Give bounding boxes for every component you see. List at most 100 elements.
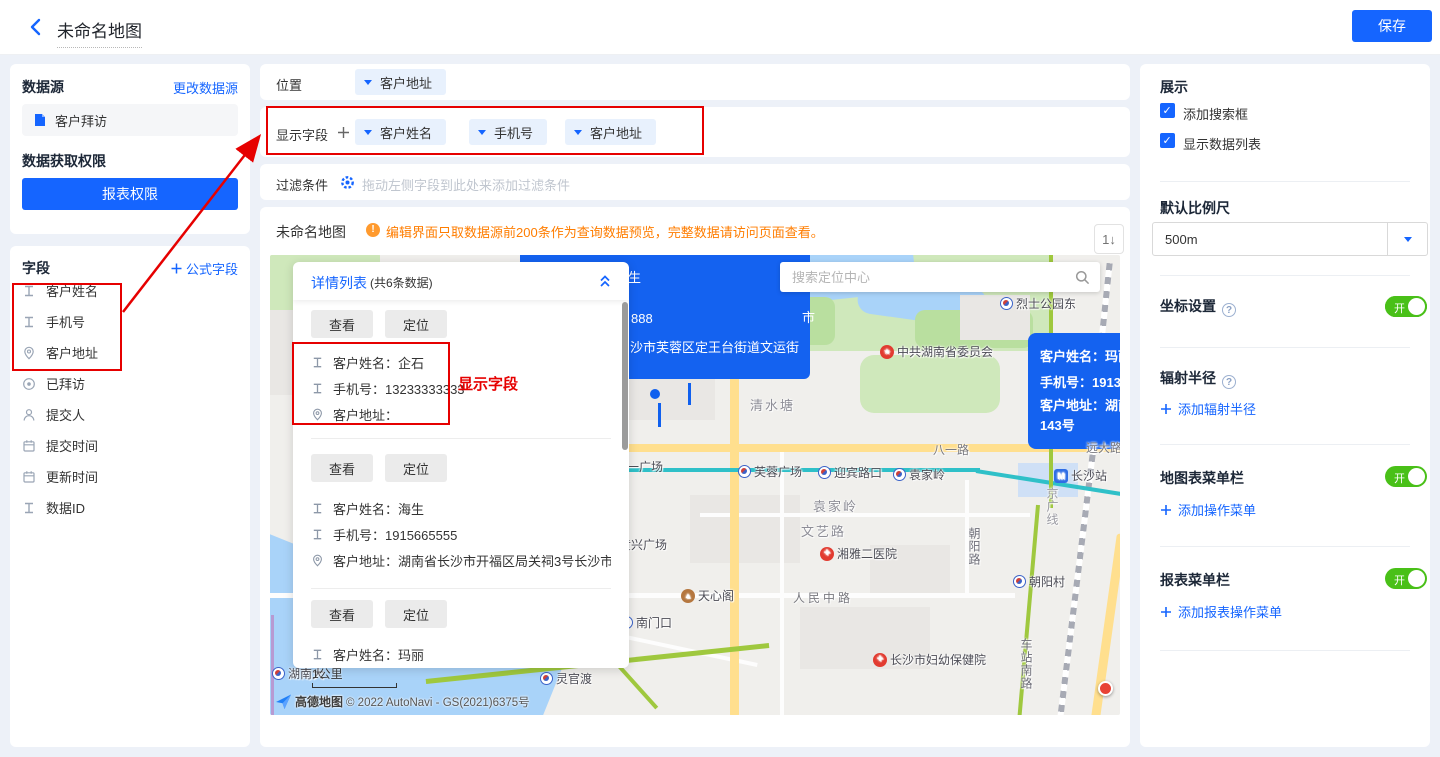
field-item-customer-name[interactable]: 客户姓名 — [22, 281, 98, 300]
chevron-down-icon — [364, 130, 372, 135]
field-item-visited[interactable]: 已拜访 — [22, 374, 85, 393]
map-attribution: © 2022 AutoNavi - GS(2021)6375号 — [346, 694, 530, 710]
search-icon[interactable] — [1075, 270, 1090, 285]
scale-bar: 1公里 — [312, 665, 397, 688]
gear-icon[interactable] — [340, 175, 355, 190]
person-icon — [22, 408, 36, 422]
metro-icon — [818, 466, 831, 479]
scrollbar-thumb[interactable] — [622, 302, 628, 450]
locate-button[interactable]: 定位 — [385, 454, 447, 482]
add-searchbox-checkbox[interactable] — [1160, 103, 1175, 118]
topbar: 未命名地图 保存 — [0, 0, 1440, 55]
location-row: 位置 客户地址 — [260, 64, 1130, 100]
default-scale-title: 默认比例尺 — [1160, 198, 1230, 218]
datasource-item[interactable]: 客户拜访 — [22, 104, 238, 136]
view-button[interactable]: 查看 — [311, 600, 373, 628]
search-box — [780, 262, 1100, 292]
railway-station-icon — [1054, 469, 1068, 483]
save-button[interactable]: 保存 — [1352, 10, 1432, 42]
location-field-tag[interactable]: 客户地址 — [355, 69, 446, 95]
show-datalist-checkbox[interactable] — [1160, 133, 1175, 148]
view-button[interactable]: 查看 — [311, 310, 373, 338]
hospital-pin-icon — [873, 653, 887, 667]
text-field-icon — [22, 315, 36, 329]
add-formula-field-link[interactable]: 公式字段 — [171, 259, 238, 278]
filter-dropzone[interactable]: 拖动左侧字段到此处来添加过滤条件 — [362, 175, 570, 194]
map-menu-toggle[interactable]: 开 — [1385, 466, 1427, 487]
add-menu-link[interactable]: 添加操作菜单 — [1160, 500, 1256, 519]
chevron-down-icon — [478, 130, 486, 135]
road-vertical — [730, 335, 739, 715]
warning-icon: ! — [366, 223, 380, 237]
field-item-data-id[interactable]: 数据ID — [22, 498, 85, 517]
plus-icon — [1160, 606, 1172, 618]
datasource-panel: 数据源 更改数据源 客户拜访 数据获取权限 报表权限 — [10, 64, 250, 234]
help-icon[interactable] — [1222, 375, 1236, 389]
sort-button[interactable]: 1↓ — [1094, 224, 1124, 254]
marker-stem — [658, 403, 661, 427]
display-field-tag[interactable]: 客户姓名 — [355, 119, 446, 145]
add-radius-link[interactable]: 添加辐射半径 — [1160, 399, 1256, 418]
calendar-icon — [22, 439, 36, 453]
fields-title: 字段 — [22, 258, 50, 278]
metro-icon — [1000, 297, 1013, 310]
field-item-submitter[interactable]: 提交人 — [22, 405, 85, 424]
detail-list-title: 详情列表 — [311, 273, 367, 293]
display-field-tag[interactable]: 客户地址 — [565, 119, 656, 145]
field-item-phone[interactable]: 手机号 — [22, 312, 85, 331]
metro-icon — [1013, 575, 1026, 588]
coord-setting-toggle[interactable]: 开 — [1385, 296, 1427, 317]
amap-logo: 高德地图 © 2022 AutoNavi - GS(2021)6375号 — [275, 693, 530, 710]
map-report-card: 未命名地图 ! 编辑界面只取数据源前200条作为查询数据预览，完整数据请访问页面… — [260, 207, 1130, 747]
add-display-field-icon[interactable] — [337, 126, 350, 139]
map-report-title: 未命名地图 — [276, 222, 346, 242]
page-title[interactable]: 未命名地图 — [57, 17, 142, 48]
field-item-submit-time[interactable]: 提交时间 — [22, 436, 98, 455]
display-field-tag[interactable]: 手机号 — [469, 119, 547, 145]
field-item-address[interactable]: 客户地址 — [22, 343, 98, 362]
text-field-icon — [311, 528, 324, 541]
view-button[interactable]: 查看 — [311, 454, 373, 482]
add-report-menu-link[interactable]: 添加报表操作菜单 — [1160, 602, 1282, 621]
detail-list-panel: 详情列表 (共6条数据) 查看 定位 客户姓名：企石 手机号：132333333… — [293, 262, 629, 668]
metro-icon — [738, 465, 751, 478]
plus-icon — [171, 263, 182, 274]
map-canvas[interactable]: 烈士公园东 中共湖南省委员会 清水塘 八一路 远大路 五一广场 芙蓉广场 迎宾路… — [270, 255, 1120, 715]
marker-stem — [688, 383, 691, 405]
metro-icon — [893, 468, 906, 481]
report-menu-title: 报表菜单栏 — [1160, 570, 1230, 590]
datasource-title: 数据源 — [22, 77, 64, 97]
radio-icon — [22, 377, 36, 391]
scale-select[interactable]: 500m — [1152, 222, 1428, 256]
text-field-icon — [311, 648, 324, 661]
location-label: 位置 — [276, 75, 302, 94]
warning-text: 编辑界面只取数据源前200条作为查询数据预览，完整数据请访问页面查看。 — [386, 222, 824, 241]
map-tooltip: 客户姓名：玛丽 手机号：19133 客户地址：湖南 143号 — [1028, 333, 1120, 449]
report-permission-button[interactable]: 报表权限 — [22, 178, 238, 210]
chevron-down-icon — [364, 80, 372, 85]
plus-icon — [1160, 403, 1172, 415]
text-field-icon — [311, 502, 324, 515]
report-menu-toggle[interactable]: 开 — [1385, 568, 1427, 589]
help-icon[interactable] — [1222, 303, 1236, 317]
text-field-icon — [22, 284, 36, 298]
attraction-pin-icon — [681, 589, 695, 603]
datasource-name: 客户拜访 — [55, 111, 107, 130]
coord-setting-title: 坐标设置 — [1160, 296, 1236, 317]
locate-button[interactable]: 定位 — [385, 600, 447, 628]
calendar-icon — [22, 470, 36, 484]
field-item-update-time[interactable]: 更新时间 — [22, 467, 98, 486]
radius-title: 辐射半径 — [1160, 368, 1236, 389]
park-area — [860, 355, 1000, 413]
display-fields-label: 显示字段 — [276, 125, 328, 144]
map-marker[interactable] — [650, 389, 660, 399]
show-datalist-label: 显示数据列表 — [1183, 134, 1261, 153]
locate-button[interactable]: 定位 — [385, 310, 447, 338]
red-marker[interactable] — [1098, 681, 1113, 696]
collapse-icon[interactable] — [597, 273, 613, 289]
metro-icon — [272, 667, 285, 680]
back-icon[interactable] — [26, 17, 46, 37]
search-input[interactable] — [780, 262, 1065, 292]
change-datasource-link[interactable]: 更改数据源 — [173, 78, 238, 97]
display-section-title: 展示 — [1160, 77, 1188, 97]
